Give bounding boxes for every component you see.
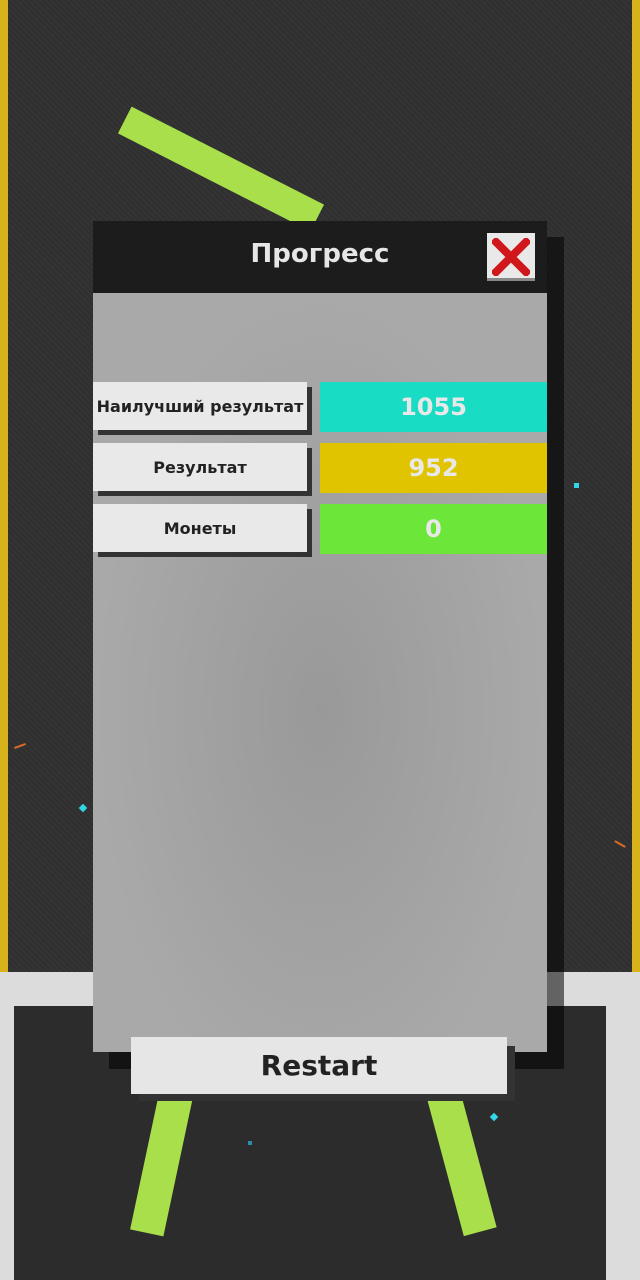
dialog-body: Наилучший результат 1055 Результат 952 М… (93, 293, 547, 1101)
floor-line-right (606, 1006, 640, 1280)
particle (574, 483, 579, 488)
restart-button[interactable]: Restart (131, 1037, 507, 1094)
particle (14, 743, 26, 749)
coins-value: 0 (320, 504, 547, 554)
particle (614, 840, 626, 848)
particle (248, 1141, 252, 1145)
score-label: Результат (93, 443, 307, 491)
floor-line-left (0, 1006, 14, 1280)
progress-dialog: Наилучший результат 1055 Результат 952 М… (93, 221, 547, 1101)
coins-label: Монеты (93, 504, 307, 552)
falling-stick (117, 106, 325, 232)
dialog-title: Прогресс (250, 239, 390, 269)
particle (78, 803, 88, 813)
best-score-value: 1055 (320, 382, 547, 432)
best-score-label: Наилучший результат (93, 382, 307, 430)
right-rail (632, 0, 640, 975)
close-button[interactable] (487, 233, 535, 281)
left-rail (0, 0, 8, 975)
score-value: 952 (320, 443, 547, 493)
close-x-icon (492, 238, 530, 276)
dialog-header: Прогресс (93, 221, 547, 293)
